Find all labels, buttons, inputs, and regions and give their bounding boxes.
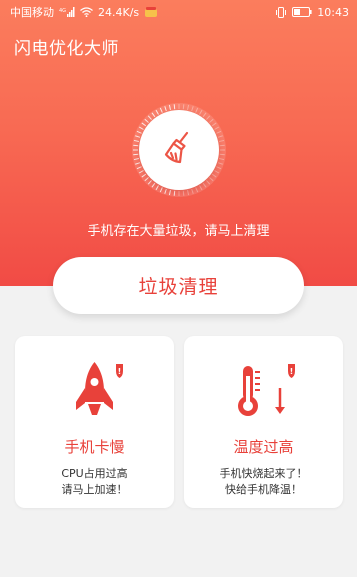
phone-slow-desc-line2: 请马上加速！ [61,483,128,496]
junk-clean-button[interactable]: 垃圾清理 [53,257,304,314]
signal-icon: 4G [59,7,75,17]
svg-text:!: ! [118,367,122,376]
overheat-desc-line1: 手机快烧起来了！ [219,467,308,480]
svg-text:!: ! [290,367,294,376]
gauge-center [139,110,219,190]
notification-app-icon [144,6,158,18]
status-bar: 中国移动 4G 24.4K/s 10:43 [0,0,357,24]
phone-slow-card[interactable]: ! 手机卡慢 CPU占用过高 请马上加速！ [15,336,174,508]
carrier-label: 中国移动 [10,6,54,19]
battery-icon [292,7,312,17]
phone-slow-desc: CPU占用过高 请马上加速！ [15,466,174,498]
app-title: 闪电优化大师 [14,39,119,59]
clean-gauge[interactable] [129,100,229,200]
rocket-icon: ! [15,358,174,422]
thermometer-icon: ! [184,358,343,422]
broom-icon [160,129,198,171]
clock: 10:43 [317,5,349,19]
net-speed: 24.4K/s [98,5,140,19]
overheat-card[interactable]: ! 温度过高 手机快烧起来了！ 快给手机降温！ [184,336,343,508]
overheat-desc-line2: 快给手机降温！ [225,483,302,496]
overheat-desc: 手机快烧起来了！ 快给手机降温！ [184,466,343,498]
svg-text:4G: 4G [59,8,66,14]
vibrate-icon [275,6,287,18]
junk-warning-text: 手机存在大量垃圾，请马上清理 [87,224,270,239]
overheat-title: 温度过高 [233,438,294,456]
wifi-icon [80,7,93,17]
phone-slow-desc-line1: CPU占用过高 [61,467,128,480]
phone-slow-title: 手机卡慢 [64,438,125,456]
